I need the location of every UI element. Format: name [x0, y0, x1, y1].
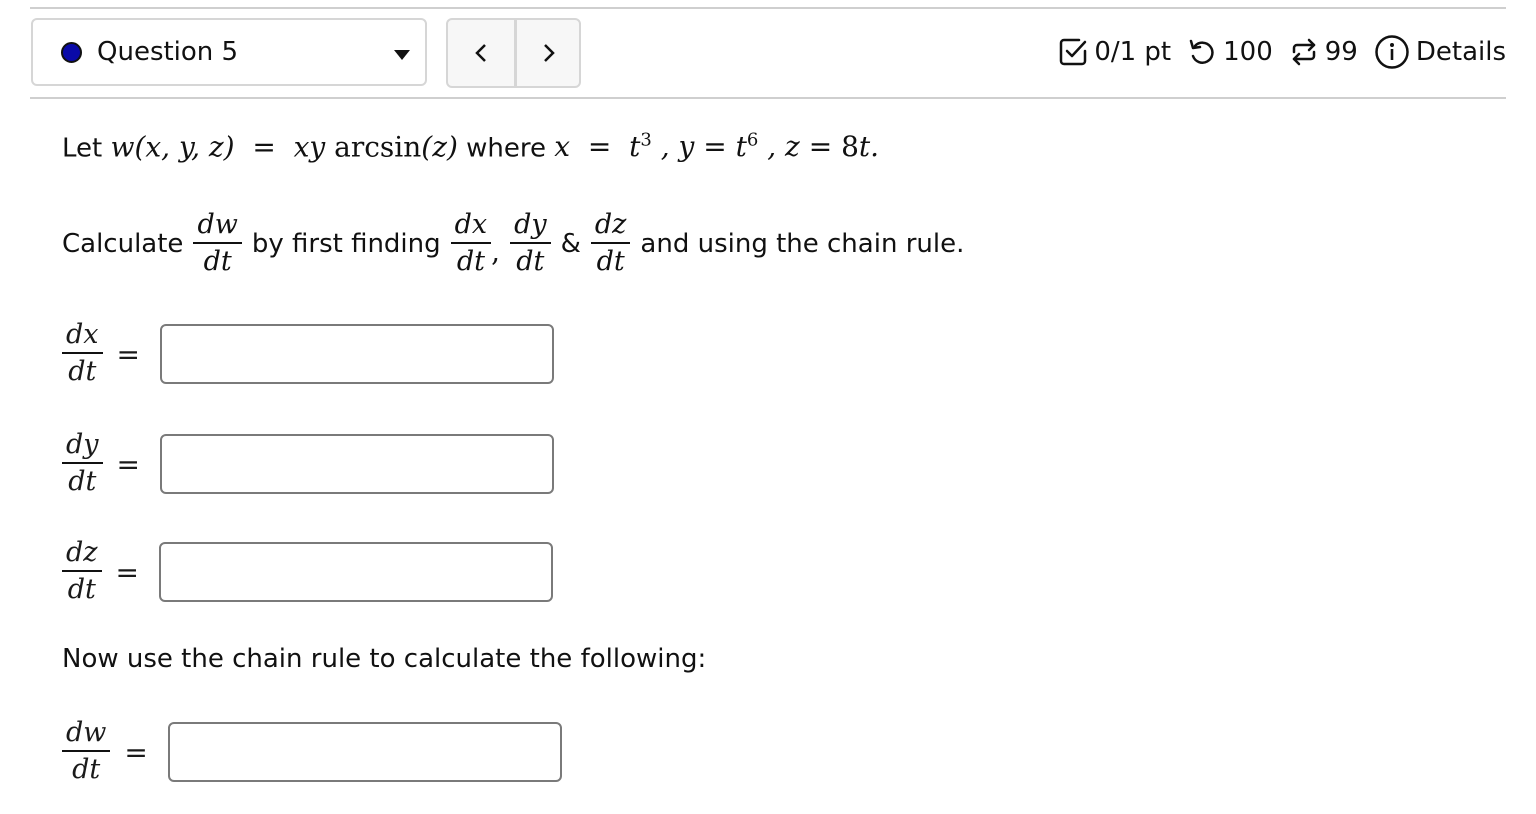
fraction-dx-dt: dx dt — [450, 208, 492, 280]
answer-row-dz-dt: dz dt = — [62, 536, 553, 608]
caret-down-icon — [394, 50, 410, 60]
question-selector[interactable]: Question 5 — [31, 18, 427, 86]
substitutions: x = t3 , y = t6 , z = 8t. — [554, 130, 880, 164]
function-definition: w(x, y, z) = xy arcsin(z) — [110, 130, 458, 164]
equals-sign: = — [116, 337, 140, 371]
question-meta: 0/1 pt 100 99 Details — [1058, 30, 1506, 74]
label-dy-dt: dy dt — [62, 428, 103, 500]
chain-rule-text: and using the chain rule. — [640, 229, 965, 259]
dx-dt-input[interactable] — [159, 324, 554, 384]
fraction-dy-dt: dy dt — [510, 208, 551, 280]
retries-indicator: 100 — [1187, 37, 1273, 67]
top-divider — [30, 7, 1506, 9]
label-dx-dt: dx dt — [62, 318, 103, 390]
info-icon — [1375, 35, 1409, 69]
equals-sign: = — [116, 447, 141, 481]
question-nav — [446, 18, 581, 88]
score-indicator: 0/1 pt — [1058, 37, 1171, 67]
problem-statement: Let w(x, y, z) = xy arcsin(z) where x = … — [62, 130, 879, 163]
calculate-text: Calculate — [62, 229, 184, 259]
fraction-dz-dt: dz dt — [590, 208, 631, 280]
let-text: Let — [62, 133, 103, 164]
answer-row-dy-dt: dy dt = — [62, 428, 555, 500]
attempts-indicator: 99 — [1289, 37, 1358, 67]
retries-text: 100 — [1223, 37, 1273, 67]
answer-row-dx-dt: dx dt = — [62, 318, 554, 390]
repeat-icon — [1292, 38, 1316, 66]
chevron-right-icon — [544, 44, 555, 62]
equals-sign: = — [124, 735, 148, 769]
by-first-finding-text: by first finding — [251, 229, 441, 259]
comma: , — [491, 234, 501, 268]
label-dz-dt: dz dt — [62, 536, 102, 608]
score-text: 0/1 pt — [1094, 37, 1172, 67]
status-dot-icon — [61, 42, 82, 63]
attempts-text: 99 — [1324, 37, 1358, 67]
dz-dt-input[interactable] — [158, 542, 553, 602]
equals-sign: = — [115, 555, 139, 589]
undo-icon — [1189, 39, 1214, 64]
details-button[interactable]: Details — [1374, 34, 1506, 70]
fraction-dw-dt: dw dt — [193, 208, 242, 280]
dy-dt-input[interactable] — [160, 434, 555, 494]
answer-row-dw-dt: dw dt = — [62, 716, 562, 788]
chevron-left-icon — [475, 44, 486, 62]
details-label: Details — [1415, 37, 1506, 67]
checkbox-icon — [1060, 38, 1087, 66]
question-label: Question 5 — [97, 37, 239, 67]
ampersand: & — [560, 229, 581, 259]
dw-dt-input[interactable] — [167, 722, 562, 782]
next-question-button[interactable] — [516, 20, 582, 86]
previous-question-button[interactable] — [448, 20, 517, 86]
label-dw-dt: dw dt — [62, 716, 111, 788]
where-text: where — [466, 133, 546, 164]
chain-rule-instruction: Now use the chain rule to calculate the … — [62, 644, 707, 674]
instruction-line: Calculate dw dt by first finding dx dt ,… — [62, 208, 964, 280]
header-divider — [30, 97, 1506, 99]
